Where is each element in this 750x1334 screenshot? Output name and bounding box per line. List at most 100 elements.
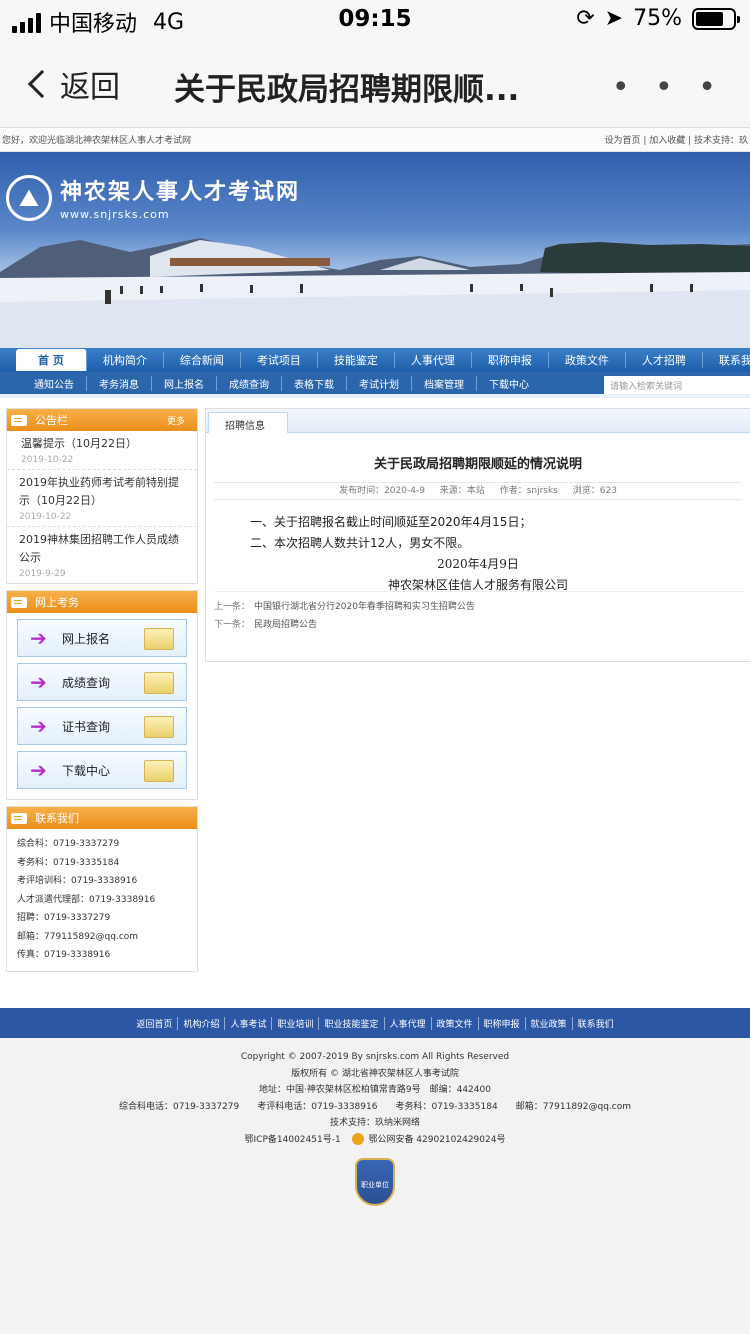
- online-register-button[interactable]: ➔ 网上报名: [17, 619, 187, 657]
- main-nav-item[interactable]: 联系我: [703, 352, 750, 368]
- notice-item-title[interactable]: 温馨提示（10月22日）: [21, 435, 189, 453]
- main-nav-item[interactable]: 人事代理: [395, 352, 472, 368]
- arrow-right-icon: ➔: [30, 670, 47, 694]
- back-button[interactable]: 返回: [22, 62, 120, 106]
- main-nav-item[interactable]: 人才招聘: [626, 352, 703, 368]
- score-query-label: 成绩查询: [62, 675, 111, 690]
- notice-icon: [11, 414, 27, 426]
- notice-item-date: 2019-10-22: [19, 512, 72, 522]
- online-register-label: 网上报名: [62, 631, 111, 646]
- footer-link[interactable]: 人事代理: [385, 1016, 432, 1030]
- status-bar: 中国移动 4G 09:15 ⟳ ➤ 75%: [0, 0, 750, 40]
- content-area: 公告栏 更多 温馨提示（10月22日） 2019-10-22 2019年执业药师…: [0, 398, 750, 1008]
- site-footer: Copyright © 2007-2019 By snjrsks.com All…: [0, 1038, 750, 1334]
- institution-badge-icon[interactable]: 职业单位: [355, 1158, 395, 1206]
- next-label: 下一条：: [214, 620, 251, 630]
- arrow-right-icon: ➔: [30, 714, 47, 738]
- sub-nav-item[interactable]: 下载中心: [477, 376, 541, 391]
- folder-icon: [144, 716, 174, 738]
- sub-nav-item[interactable]: 档案管理: [412, 375, 477, 391]
- footer-link[interactable]: 人事考试: [225, 1016, 273, 1030]
- location-icon: ➤: [604, 6, 624, 31]
- notice-item-title[interactable]: 2019神林集团招聘工作人员成绩公示: [19, 531, 189, 567]
- article-date: 2020年4月9日: [437, 557, 519, 571]
- certificate-query-button[interactable]: ➔ 证书查询: [17, 707, 187, 745]
- footer-link[interactable]: 联系我们: [573, 1017, 619, 1030]
- next-article-link[interactable]: 民政局招聘公告: [254, 620, 317, 630]
- score-query-button[interactable]: ➔ 成绩查询: [17, 663, 187, 701]
- footer-link[interactable]: 就业政策: [526, 1016, 573, 1030]
- contact-row: 考务科：0719-3335184: [17, 857, 120, 868]
- search-input[interactable]: 请输入检索关键词: [604, 376, 750, 394]
- sidebar: 公告栏 更多 温馨提示（10月22日） 2019-10-22 2019年执业药师…: [6, 408, 198, 978]
- phones: 综合科电话：0719-3337279 考评科电话：0719-3338916 考务…: [118, 1101, 632, 1112]
- notice-more-link[interactable]: 更多: [167, 414, 185, 427]
- sub-nav-item[interactable]: 成绩查询: [217, 375, 282, 391]
- sub-nav-item[interactable]: 通知公告: [0, 375, 87, 391]
- sub-nav-item[interactable]: 网上报名: [152, 375, 217, 391]
- footer-link[interactable]: 返回首页: [131, 1016, 179, 1030]
- online-service-icon: [11, 596, 27, 608]
- main-nav-item[interactable]: 综合新闻: [164, 352, 241, 368]
- main-nav: 首 页 机构简介 综合新闻 考试项目 技能鉴定 人事代理 职称申报 政策文件 人…: [0, 348, 750, 372]
- battery-icon: [692, 7, 740, 30]
- contact-row: 人才派遣代理部：0719-3338916: [17, 894, 156, 905]
- footer-link[interactable]: 机构介绍: [178, 1016, 226, 1030]
- site-banner: ⛰ 神农架人事人才考试网 www.snjrsks.com: [0, 152, 750, 348]
- sub-nav-item[interactable]: 考务消息: [87, 375, 152, 391]
- online-service-box: 网上考务 ➔ 网上报名 ➔ 成绩查询 ➔ 证书查询 ➔ 下载中心: [6, 590, 198, 800]
- icp-link[interactable]: 鄂ICP备14002451号-1: [245, 1135, 341, 1145]
- footer-link[interactable]: 政策文件: [432, 1016, 479, 1030]
- logo-url: www.snjrsks.com: [60, 208, 170, 221]
- notice-item-title[interactable]: 2019年执业药师考试考前特别提示（10月22日）: [19, 474, 189, 510]
- download-center-button[interactable]: ➔ 下载中心: [17, 751, 187, 789]
- online-service-title: 网上考务: [35, 596, 79, 609]
- list-item[interactable]: 2019年执业药师考试考前特别提示（10月22日） 2019-10-22: [7, 470, 197, 527]
- main-nav-item[interactable]: 考试项目: [241, 352, 318, 368]
- main-nav-item[interactable]: 机构简介: [87, 352, 164, 368]
- main-nav-item[interactable]: 政策文件: [549, 352, 626, 368]
- copyright: Copyright © 2007-2019 By snjrsks.com All…: [240, 1052, 510, 1062]
- prev-label: 上一条：: [214, 602, 251, 612]
- list-item[interactable]: 温馨提示（10月22日） 2019-10-22: [7, 431, 197, 470]
- chevron-left-icon: [27, 69, 57, 99]
- site-logo[interactable]: ⛰ 神农架人事人才考试网 www.snjrsks.com: [6, 174, 300, 221]
- notice-title: 公告栏: [35, 414, 68, 427]
- main-nav-item[interactable]: 首 页: [16, 349, 87, 371]
- address: 地址：中国·神农架林区松柏镇常青路9号 邮编：442400: [259, 1085, 491, 1095]
- list-item[interactable]: 2019神林集团招聘工作人员成绩公示 2019-9-29: [7, 527, 197, 583]
- contact-row: 考评培训科：0719-3338916: [17, 876, 138, 886]
- owner: 版权所有 © 湖北省神农架林区人事考试院: [291, 1068, 459, 1079]
- back-label: 返回: [60, 70, 120, 105]
- top-links[interactable]: 设为首页 | 加入收藏 | 技术支持：玖: [604, 133, 748, 146]
- contact-row: 招聘：0719-3337279: [17, 913, 111, 923]
- logo-title: 神农架人事人才考试网: [60, 179, 301, 205]
- webpage[interactable]: 您好，欢迎光临湖北神农架林区人事人才考试网 设为首页 | 加入收藏 | 技术支持…: [0, 128, 750, 1334]
- main-nav-item[interactable]: 技能鉴定: [318, 352, 395, 368]
- tab-recruitment[interactable]: 招聘信息: [208, 412, 288, 433]
- footer-link[interactable]: 职称申报: [479, 1016, 526, 1030]
- welcome-text: 您好，欢迎光临湖北神农架林区人事人才考试网: [2, 136, 192, 146]
- battery-percent: 75%: [633, 6, 682, 31]
- contact-row: 综合科：0719-3337279: [17, 839, 120, 849]
- sub-nav-item[interactable]: 考试计划: [347, 375, 412, 391]
- page-title: 关于民政局招聘期限顺...: [174, 72, 520, 108]
- publish-time: 发布时间：2020-4-9: [339, 486, 425, 496]
- tech-support: 技术支持：玖纳米网络: [329, 1118, 420, 1128]
- browser-nav-bar: 返回 关于民政局招聘期限顺... • • •: [0, 40, 750, 128]
- footer-link[interactable]: 职业技能鉴定: [319, 1016, 385, 1030]
- arrow-right-icon: ➔: [30, 626, 47, 650]
- contact-row: 传真：0719-3338916: [17, 950, 111, 960]
- police-record-link[interactable]: 鄂公网安备 42902102429024号: [368, 1135, 505, 1145]
- download-center-label: 下载中心: [62, 763, 111, 778]
- contact-box: 联系我们 综合科：0719-3337279 考务科：0719-3335184 考…: [6, 806, 198, 972]
- footer-link[interactable]: 职业培训: [272, 1016, 320, 1030]
- article-body: 一、关于招聘报名截止时间顺延至2020年4月15日； 二、本次招聘人数共计12人…: [206, 500, 750, 596]
- contact-title: 联系我们: [35, 812, 79, 825]
- sub-nav-item[interactable]: 表格下载: [282, 375, 347, 391]
- main-nav-item[interactable]: 职称申报: [472, 352, 549, 368]
- notice-item-date: 2019-10-22: [21, 455, 74, 465]
- more-menu-button[interactable]: • • •: [612, 70, 724, 105]
- prev-article-link[interactable]: 中国银行湖北省分行2020年春季招聘和实习生招聘公告: [254, 602, 475, 612]
- article-panel: 招聘信息 关于民政局招聘期限顺延的情况说明 发布时间：2020-4-9 来源：本…: [205, 408, 750, 662]
